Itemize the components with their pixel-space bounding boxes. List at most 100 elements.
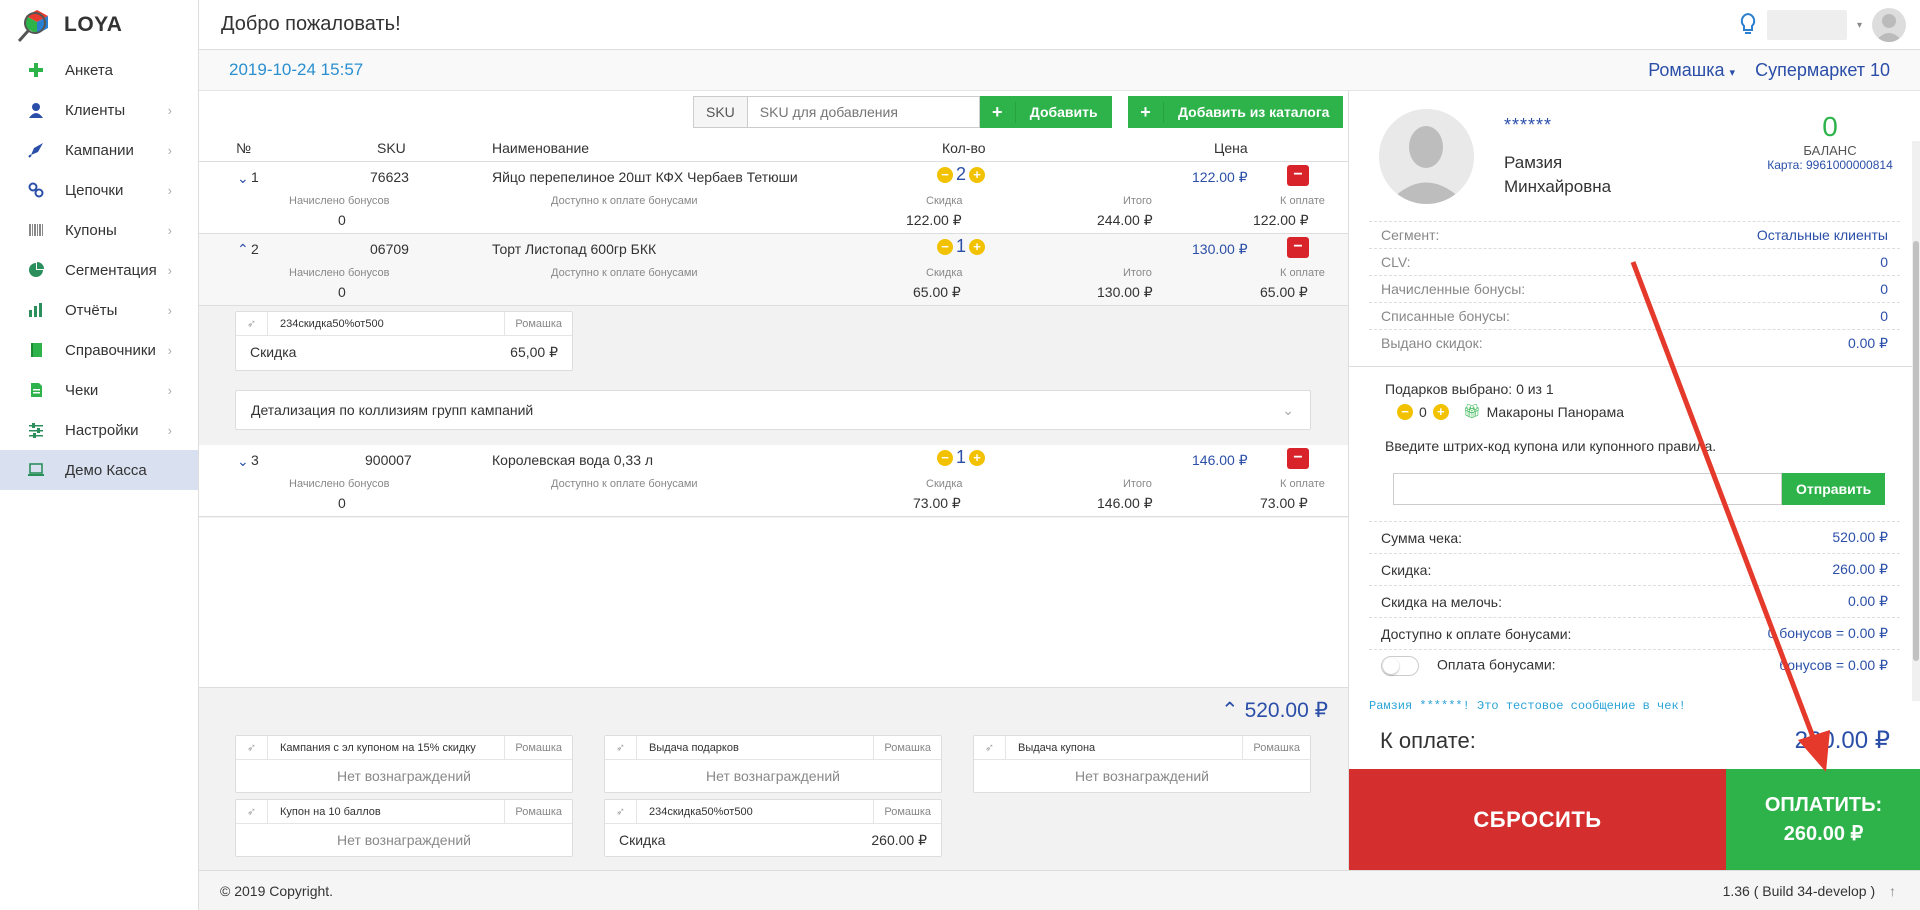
minus-icon[interactable]: − — [937, 166, 953, 183]
add-button[interactable]: + Добавить — [979, 96, 1112, 128]
store-selector: Ромашка ▾ Супермаркет 10 — [1648, 60, 1890, 81]
rocket-icon — [27, 141, 45, 159]
plus-icon[interactable]: + — [969, 238, 986, 255]
client-panel: ****** Рамзия Минхайровна 0 БАЛАНС Карта… — [1348, 91, 1920, 870]
sidebar-item-label: Анкета — [65, 61, 113, 79]
stat-label: Выдано скидок: — [1381, 335, 1483, 351]
sidebar-item-settings[interactable]: Настройки › — [0, 410, 198, 450]
client-stats: Сегмент: Остальные клиенты CLV: 0 Начислен… — [1369, 221, 1900, 356]
card-body: Скидка 260.00 ₽ — [605, 824, 941, 856]
accrued-label: Начислено бонусов — [289, 478, 390, 490]
collisions-accordion[interactable]: Детализация по коллизиям групп кампаний … — [235, 390, 1311, 430]
qty-value: 1 — [956, 447, 967, 467]
minus-icon[interactable]: − — [937, 449, 953, 466]
datetime: 2019-10-24 15:57 — [229, 60, 364, 79]
sku-input[interactable] — [747, 96, 980, 128]
campaign-card: ➶ Купон на 10 баллов Ромашка Нет вознаграж… — [235, 799, 573, 857]
chevron-down-icon[interactable]: ⌄ — [237, 170, 249, 187]
sum-value: 260.00 ₽ — [1832, 561, 1888, 577]
delete-button[interactable]: − — [1287, 448, 1309, 469]
qty-value: 1 — [956, 236, 967, 256]
chevron-up-icon[interactable]: ⌃ — [237, 241, 249, 258]
user-name-blurred[interactable] — [1766, 10, 1847, 40]
sidebar-item-clients[interactable]: Клиенты › — [0, 90, 198, 130]
campaign-card: ➶ 234скидка50%от500 Ромашка Скидка 260.00 ₽ — [604, 799, 942, 857]
minus-icon[interactable]: − — [937, 238, 953, 255]
campaign-card: ➶ Кампания с эл купоном на 15% скидку Рома… — [235, 735, 573, 793]
reward-label: Скидка — [619, 832, 666, 848]
chevron-right-icon: › — [167, 382, 172, 398]
chevron-right-icon: › — [167, 102, 172, 118]
avatar[interactable] — [1872, 8, 1906, 42]
card-header: ➶ Купон на 10 баллов Ромашка — [236, 799, 572, 824]
pay-button[interactable]: ОПЛАТИТЬ: 260.00 ₽ — [1726, 769, 1920, 870]
plus-icon[interactable]: + — [1432, 403, 1449, 420]
delete-button[interactable]: − — [1287, 165, 1309, 186]
market-name[interactable]: Супермаркет 10 — [1755, 60, 1890, 81]
reset-button[interactable]: СБРОСИТЬ — [1349, 769, 1726, 870]
sidebar-item-coupons[interactable]: Купоны › — [0, 210, 198, 250]
sidebar-item-receipts[interactable]: Чеки › — [0, 370, 198, 410]
toolbar: SKU + Добавить + Добавить из каталога — [199, 91, 1348, 134]
delete-button[interactable]: − — [1287, 237, 1309, 258]
cart-panel: SKU + Добавить + Добавить из каталога № SK… — [199, 91, 1348, 870]
total-value: 244.00 ₽ — [1097, 212, 1153, 228]
stat-value: 0 — [1880, 281, 1888, 297]
sidebar-item-segmentation[interactable]: Сегментация › — [0, 250, 198, 290]
client-patronymic: Минхайровна — [1504, 177, 1612, 196]
client-profile: ****** Рамзия Минхайровна 0 БАЛАНС Карта… — [1349, 91, 1920, 221]
sum-label: Скидка на мелочь: — [1381, 593, 1502, 610]
store-dropdown[interactable]: Ромашка ▾ — [1648, 60, 1735, 81]
add-from-catalog-button[interactable]: + Добавить из каталога — [1128, 96, 1344, 128]
chevron-down-icon[interactable]: ▾ — [1857, 20, 1862, 31]
to-pay-label: К оплате: — [1380, 728, 1476, 753]
sidebar-item-chains[interactable]: Цепочки › — [0, 170, 198, 210]
campaign-name: Выдача подарков — [649, 741, 739, 754]
lightbulb-icon[interactable] — [1739, 12, 1757, 38]
sidebar-item-demo-kassa[interactable]: Демо Касса — [0, 450, 198, 490]
receipt-sums: Сумма чека: 520.00 ₽ Скидка: 260.00 ₽ Скид… — [1369, 521, 1900, 681]
plus-icon[interactable]: + — [969, 166, 986, 183]
stat-row: Сегмент: Остальные клиенты — [1369, 221, 1900, 248]
campaign-shop: Ромашка — [873, 735, 941, 760]
chevron-right-icon: › — [167, 342, 172, 358]
row-num: 2 — [251, 241, 259, 257]
accrued-value: 0 — [338, 284, 346, 300]
card-body: Нет вознаграждений — [337, 768, 471, 784]
chevron-up-icon[interactable]: ⌃ — [1221, 698, 1239, 723]
app-name: LOYA — [64, 13, 123, 36]
send-button[interactable]: Отправить — [1782, 473, 1886, 505]
chevron-right-icon: › — [167, 302, 172, 318]
chevron-down-icon[interactable]: ⌄ — [237, 453, 249, 470]
coupon-input[interactable] — [1393, 473, 1782, 505]
card-header: ➶ Кампания с эл купоном на 15% скидку Рома… — [236, 735, 572, 760]
sidebar-item-directories[interactable]: Справочники › — [0, 330, 198, 370]
logo-icon — [17, 10, 48, 43]
campaign-name: Выдача купона — [1018, 741, 1096, 754]
row-sku: 76623 — [370, 169, 409, 185]
logo[interactable]: LOYA — [0, 0, 198, 50]
scrollbar[interactable] — [1912, 141, 1920, 701]
arrow-up-icon[interactable]: ↑ — [1889, 883, 1896, 899]
sidebar-item-reports[interactable]: Отчёты › — [0, 290, 198, 330]
plus-icon[interactable]: + — [969, 449, 986, 466]
rocket-icon: ➶ — [236, 735, 268, 760]
stat-row: CLV: 0 — [1369, 248, 1900, 275]
sum-row: Доступно к оплате бонусами: 0 бонусов = 0… — [1369, 617, 1900, 649]
bonus-pay-toggle[interactable] — [1381, 655, 1419, 676]
card-number[interactable]: Карта: 9961000000814 — [1760, 158, 1900, 172]
card-body: Нет вознаграждений — [706, 768, 840, 784]
sidebar-item-campaigns[interactable]: Кампании › — [0, 130, 198, 170]
scrollbar-thumb[interactable] — [1913, 241, 1919, 661]
client-avatar — [1379, 109, 1474, 204]
receipt-icon — [27, 381, 45, 399]
sku-label: SKU — [693, 96, 748, 128]
sum-label: Оплата бонусами: — [1437, 656, 1556, 673]
sum-label: Сумма чека: — [1381, 529, 1463, 546]
minus-icon[interactable]: − — [1397, 403, 1413, 420]
sidebar-item-label: Сегментация — [65, 261, 157, 279]
sidebar-item-anketa[interactable]: Анкета — [0, 50, 198, 90]
discount-value: 65.00 ₽ — [913, 284, 961, 300]
sidebar-item-label: Демо Касса — [65, 461, 147, 479]
subbar: 2019-10-24 15:57 Ромашка ▾ Супермаркет 1… — [199, 50, 1920, 91]
